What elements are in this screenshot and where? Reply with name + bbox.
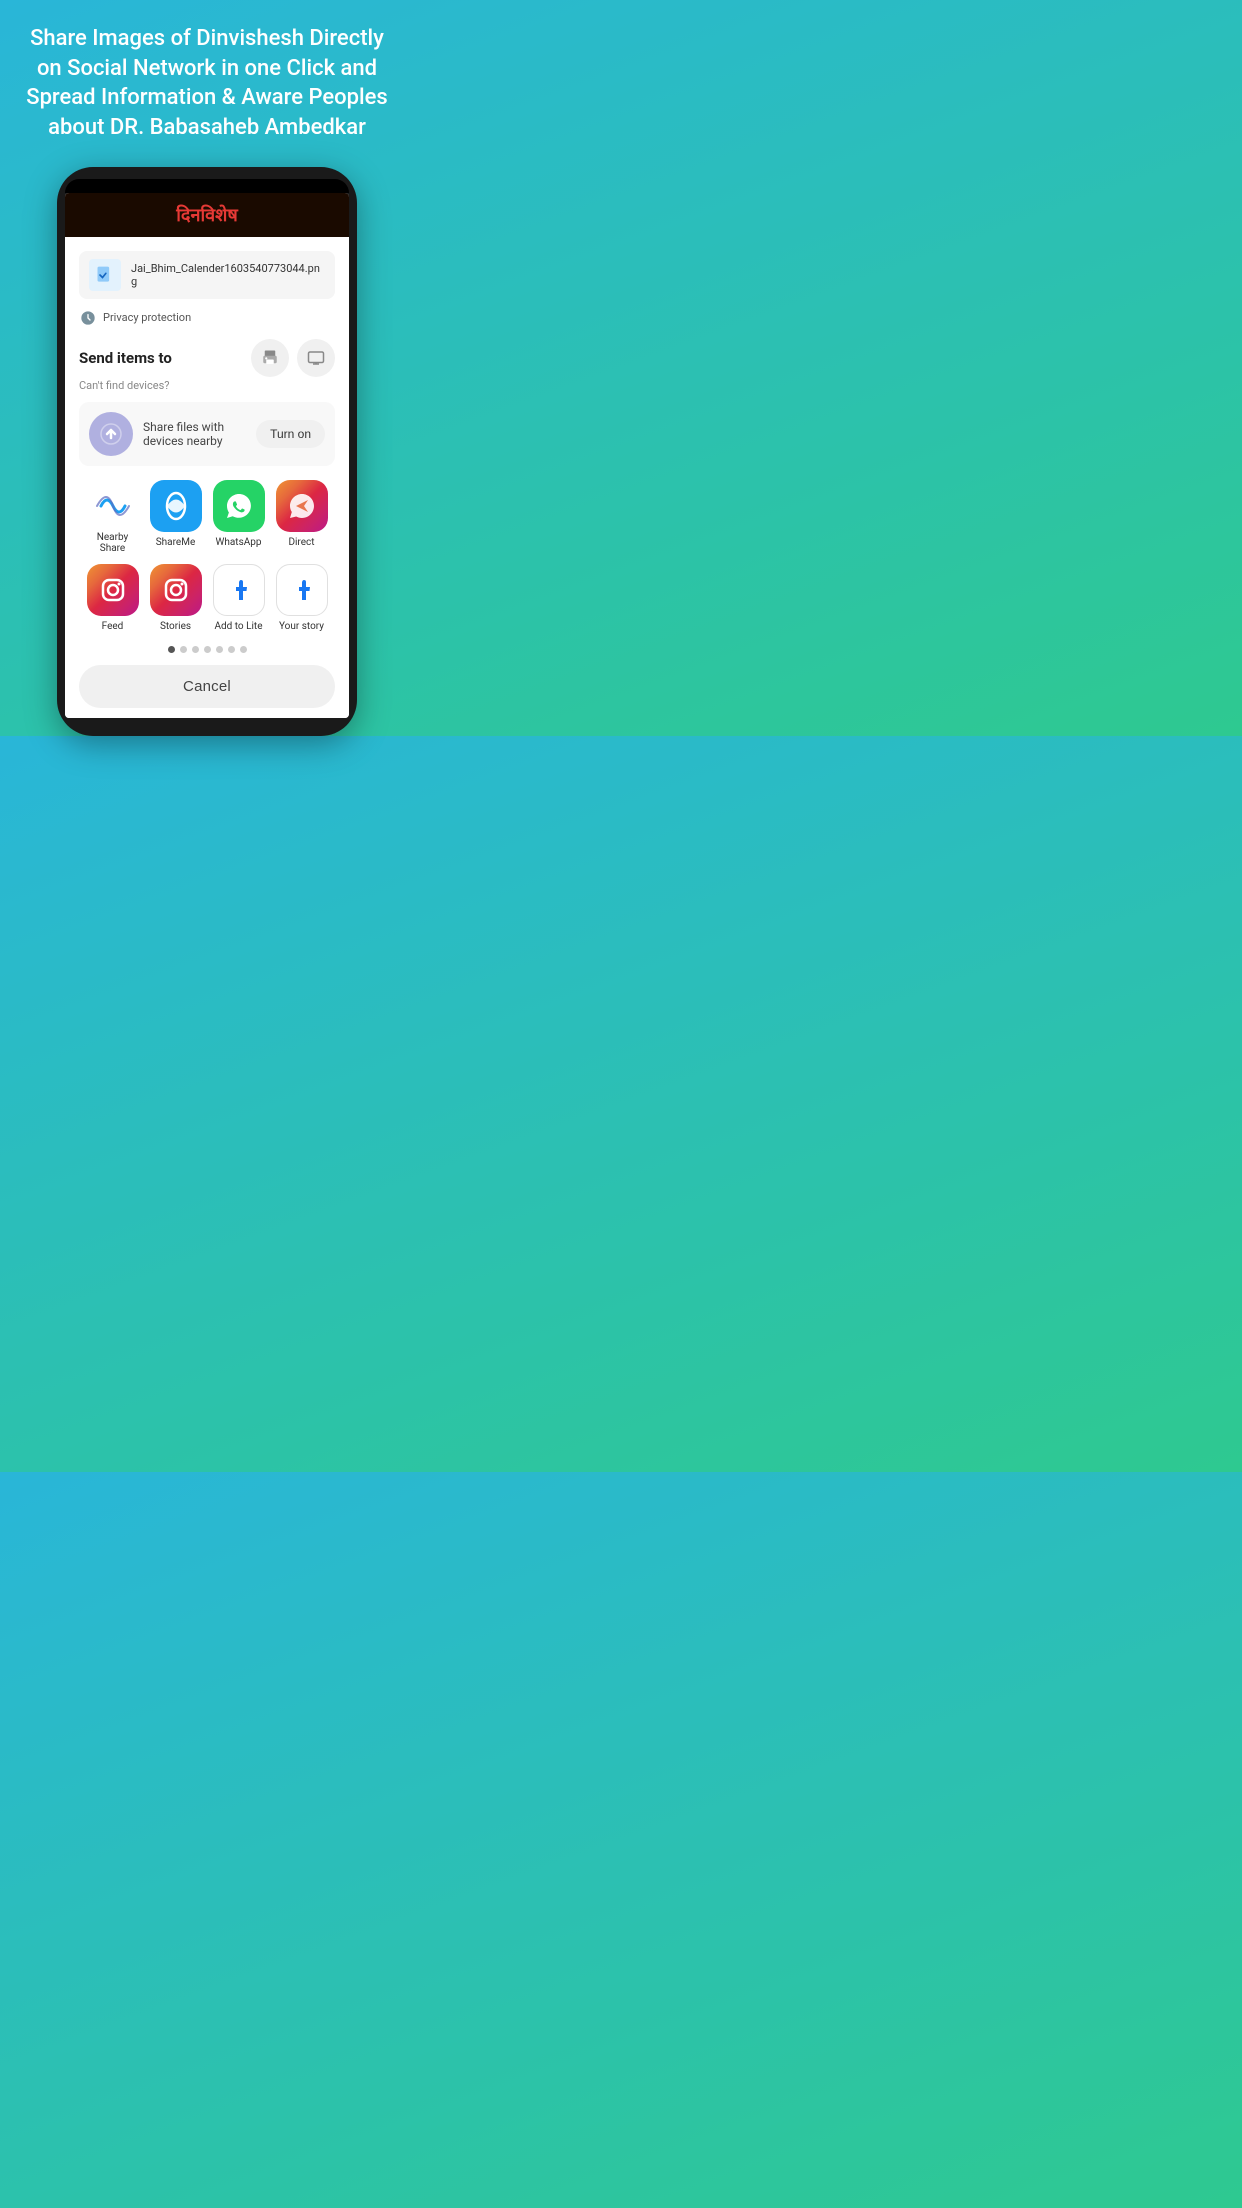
nearby-share-label: Nearby Share xyxy=(83,532,142,554)
add-to-lite-icon xyxy=(213,564,265,616)
phone-bottom xyxy=(65,718,349,728)
shareme-icon xyxy=(150,480,202,532)
file-icon xyxy=(89,259,121,291)
nearby-section: Share files with devices nearby Turn on xyxy=(79,402,335,466)
dot-6 xyxy=(228,646,235,653)
privacy-row: Privacy protection xyxy=(79,309,335,327)
privacy-text: Privacy protection xyxy=(103,311,191,324)
privacy-icon xyxy=(79,309,97,327)
app-item-feed[interactable]: Feed xyxy=(83,564,142,632)
stories-icon xyxy=(150,564,202,616)
dot-1 xyxy=(168,646,175,653)
dot-3 xyxy=(192,646,199,653)
app-item-nearby-share[interactable]: Nearby Share xyxy=(83,480,142,554)
headline-text: Share Images of Dinvishesh Directly on S… xyxy=(16,24,398,143)
feed-label: Feed xyxy=(102,621,124,632)
share-nearby-text: Share files with devices nearby xyxy=(143,420,256,448)
direct-label: Direct xyxy=(288,537,314,548)
app-item-direct[interactable]: Direct xyxy=(272,480,331,554)
print-button[interactable] xyxy=(251,339,289,377)
app-item-shareme[interactable]: ShareMe xyxy=(146,480,205,554)
phone-frame: दिनविशेष Jai_Bhim_Calender1603540773044.… xyxy=(57,167,357,736)
send-title-text: Send items to xyxy=(79,349,172,367)
app-item-your-story[interactable]: Your story xyxy=(272,564,331,632)
nearby-share-icon xyxy=(87,480,139,532)
screen-button[interactable] xyxy=(297,339,335,377)
add-to-lite-label: Add to Lite xyxy=(214,621,262,632)
dot-5 xyxy=(216,646,223,653)
turn-on-button[interactable]: Turn on xyxy=(256,420,325,448)
send-header: Send items to xyxy=(79,339,335,392)
app-item-add-to-lite[interactable]: Add to Lite xyxy=(209,564,268,632)
cant-find-text: Can't find devices? xyxy=(79,379,335,392)
shareme-label: ShareMe xyxy=(156,537,196,548)
nearby-circle-icon xyxy=(89,412,133,456)
direct-icon xyxy=(276,480,328,532)
share-sheet: Jai_Bhim_Calender1603540773044.png Priva… xyxy=(65,237,349,718)
phone-screen: दिनविशेष Jai_Bhim_Calender1603540773044.… xyxy=(65,193,349,718)
apps-grid: Nearby Share ShareMe xyxy=(79,480,335,632)
phone-top-bar xyxy=(65,179,349,193)
your-story-label: Your story xyxy=(279,621,324,632)
dot-2 xyxy=(180,646,187,653)
your-story-icon xyxy=(276,564,328,616)
cancel-button[interactable]: Cancel xyxy=(79,665,335,708)
app-item-stories[interactable]: Stories xyxy=(146,564,205,632)
app-title: दिनविशेष xyxy=(176,203,238,227)
file-name: Jai_Bhim_Calender1603540773044.png xyxy=(131,262,325,288)
dot-7 xyxy=(240,646,247,653)
send-icons-row xyxy=(251,339,335,377)
app-item-whatsapp[interactable]: WhatsApp xyxy=(209,480,268,554)
whatsapp-label: WhatsApp xyxy=(215,537,261,548)
page-dots xyxy=(79,646,335,653)
app-header: दिनविशेष xyxy=(65,193,349,237)
whatsapp-icon xyxy=(213,480,265,532)
feed-icon xyxy=(87,564,139,616)
file-row: Jai_Bhim_Calender1603540773044.png xyxy=(79,251,335,299)
dot-4 xyxy=(204,646,211,653)
stories-label: Stories xyxy=(160,621,191,632)
